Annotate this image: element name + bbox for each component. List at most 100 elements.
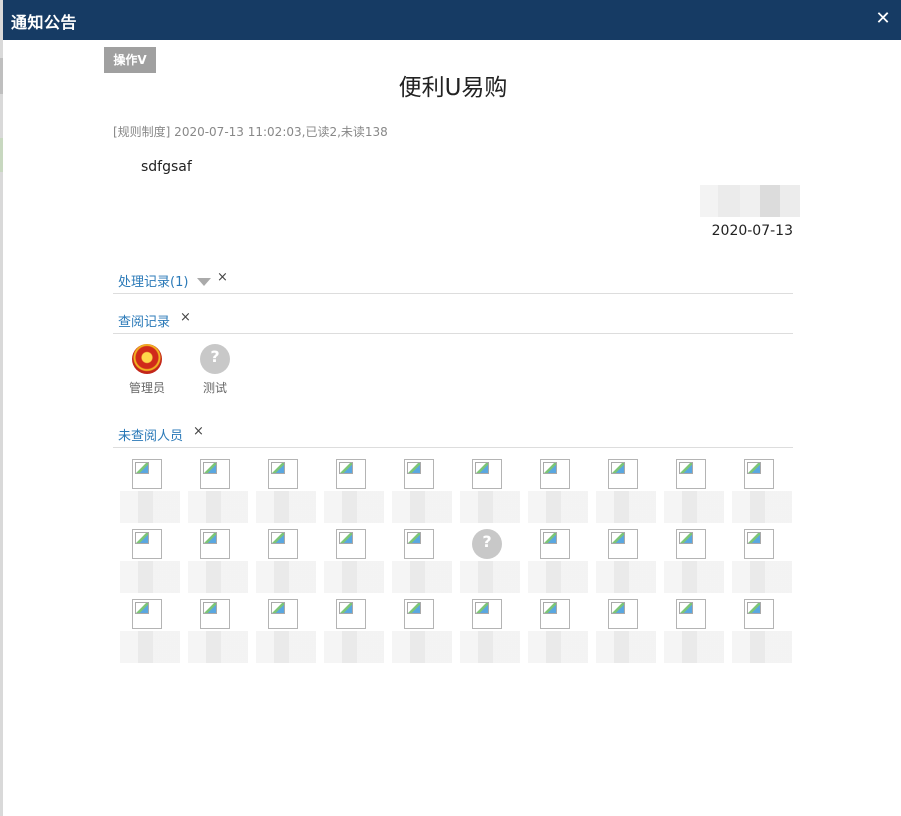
- broken-image-icon: [608, 459, 638, 489]
- user-name-blurred: [528, 491, 588, 523]
- notice-title: 便利U易购: [398, 75, 508, 101]
- user-name-blurred: [324, 491, 384, 523]
- unread-user-item[interactable]: [664, 529, 724, 597]
- unread-user-item[interactable]: [732, 529, 792, 597]
- signature-blurred: [700, 185, 800, 217]
- user-name-blurred: [460, 561, 520, 593]
- unread-user-item[interactable]: [528, 529, 588, 597]
- unread-user-item[interactable]: [120, 529, 180, 597]
- user-name-blurred: [324, 561, 384, 593]
- signature-date: 2020-07-13: [711, 223, 793, 239]
- broken-image-icon: [336, 599, 366, 629]
- unread-user-item[interactable]: [596, 529, 656, 597]
- unread-user-item[interactable]: [664, 459, 724, 527]
- broken-image-icon: [404, 459, 434, 489]
- unread-users-toggle[interactable]: 未查阅人员: [118, 425, 183, 444]
- user-name-blurred: [392, 631, 452, 663]
- unread-user-item[interactable]: [732, 459, 792, 527]
- unread-user-item[interactable]: [324, 529, 384, 597]
- broken-image-icon: [744, 599, 774, 629]
- broken-image-icon: [608, 529, 638, 559]
- unread-user-item[interactable]: [392, 529, 452, 597]
- user-name-blurred: [460, 491, 520, 523]
- broken-image-icon: [744, 459, 774, 489]
- reader-name: 测试: [202, 381, 227, 395]
- unread-user-item[interactable]: [596, 459, 656, 527]
- user-name-blurred: [732, 491, 792, 523]
- user-name-blurred: [324, 631, 384, 663]
- broken-image-icon: [132, 459, 162, 489]
- read-records-toggle[interactable]: 查阅记录: [118, 311, 170, 330]
- user-name-blurred: [256, 561, 316, 593]
- unread-user-item[interactable]: [256, 599, 316, 667]
- user-name-blurred: [664, 491, 724, 523]
- broken-image-icon: [200, 459, 230, 489]
- broken-image-icon: [472, 599, 502, 629]
- unread-user-item[interactable]: [460, 599, 520, 667]
- unread-user-item[interactable]: [392, 459, 452, 527]
- unread-user-item[interactable]: [188, 459, 248, 527]
- read-records-section: 查阅记录 ×: [113, 306, 793, 334]
- process-records-toggle[interactable]: 处理记录(1): [118, 271, 188, 290]
- unread-user-item[interactable]: [256, 529, 316, 597]
- reader-name: 管理员: [128, 381, 165, 395]
- user-name-blurred: [188, 561, 248, 593]
- user-name-blurred: [256, 491, 316, 523]
- unread-user-item[interactable]: [596, 599, 656, 667]
- unread-user-item[interactable]: [460, 529, 520, 597]
- read-records-close[interactable]: ×: [180, 310, 191, 325]
- user-name-blurred: [188, 491, 248, 523]
- unread-user-item[interactable]: [188, 599, 248, 667]
- broken-image-icon: [268, 529, 298, 559]
- reader-item[interactable]: 管理员: [117, 344, 177, 396]
- broken-image-icon: [268, 599, 298, 629]
- edge-mark: [0, 138, 3, 172]
- unread-users-close[interactable]: ×: [193, 424, 204, 439]
- unread-user-item[interactable]: [120, 599, 180, 667]
- unread-user-item[interactable]: [460, 459, 520, 527]
- process-records-close[interactable]: ×: [217, 270, 228, 285]
- user-name-blurred: [528, 631, 588, 663]
- broken-image-icon: [472, 459, 502, 489]
- broken-image-icon: [200, 529, 230, 559]
- user-name-blurred: [392, 491, 452, 523]
- user-name-blurred: [528, 561, 588, 593]
- notice-meta: [规则制度] 2020-07-13 11:02:03,已读2,未读138: [113, 125, 388, 139]
- unread-users-section: 未查阅人员 ×: [113, 420, 793, 448]
- user-name-blurred: [120, 491, 180, 523]
- reader-item[interactable]: 测试: [185, 344, 245, 396]
- broken-image-icon: [540, 459, 570, 489]
- broken-image-icon: [336, 529, 366, 559]
- unread-user-item[interactable]: [324, 599, 384, 667]
- broken-image-icon: [676, 529, 706, 559]
- emblem-avatar-icon: [132, 344, 162, 374]
- broken-image-icon: [404, 529, 434, 559]
- unread-user-item[interactable]: [732, 599, 792, 667]
- unread-user-item[interactable]: [188, 529, 248, 597]
- broken-image-icon: [540, 529, 570, 559]
- user-name-blurred: [256, 631, 316, 663]
- broken-image-icon: [676, 459, 706, 489]
- unread-user-item[interactable]: [324, 459, 384, 527]
- user-name-blurred: [664, 561, 724, 593]
- broken-image-icon: [200, 599, 230, 629]
- unread-user-item[interactable]: [392, 599, 452, 667]
- user-name-blurred: [188, 631, 248, 663]
- user-name-blurred: [120, 631, 180, 663]
- unread-user-item[interactable]: [528, 599, 588, 667]
- user-name-blurred: [120, 561, 180, 593]
- broken-image-icon: [540, 599, 570, 629]
- broken-image-icon: [132, 599, 162, 629]
- unread-user-item[interactable]: [256, 459, 316, 527]
- user-name-blurred: [732, 631, 792, 663]
- broken-image-icon: [336, 459, 366, 489]
- unread-user-item[interactable]: [528, 459, 588, 527]
- dialog-title: 通知公告: [11, 13, 78, 32]
- user-name-blurred: [392, 561, 452, 593]
- triangle-down-icon[interactable]: [197, 278, 211, 286]
- unread-user-item[interactable]: [664, 599, 724, 667]
- unread-user-item[interactable]: [120, 459, 180, 527]
- broken-image-icon: [132, 529, 162, 559]
- dialog-titlebar: 通知公告 ✕: [3, 0, 901, 40]
- close-icon[interactable]: ✕: [873, 8, 893, 30]
